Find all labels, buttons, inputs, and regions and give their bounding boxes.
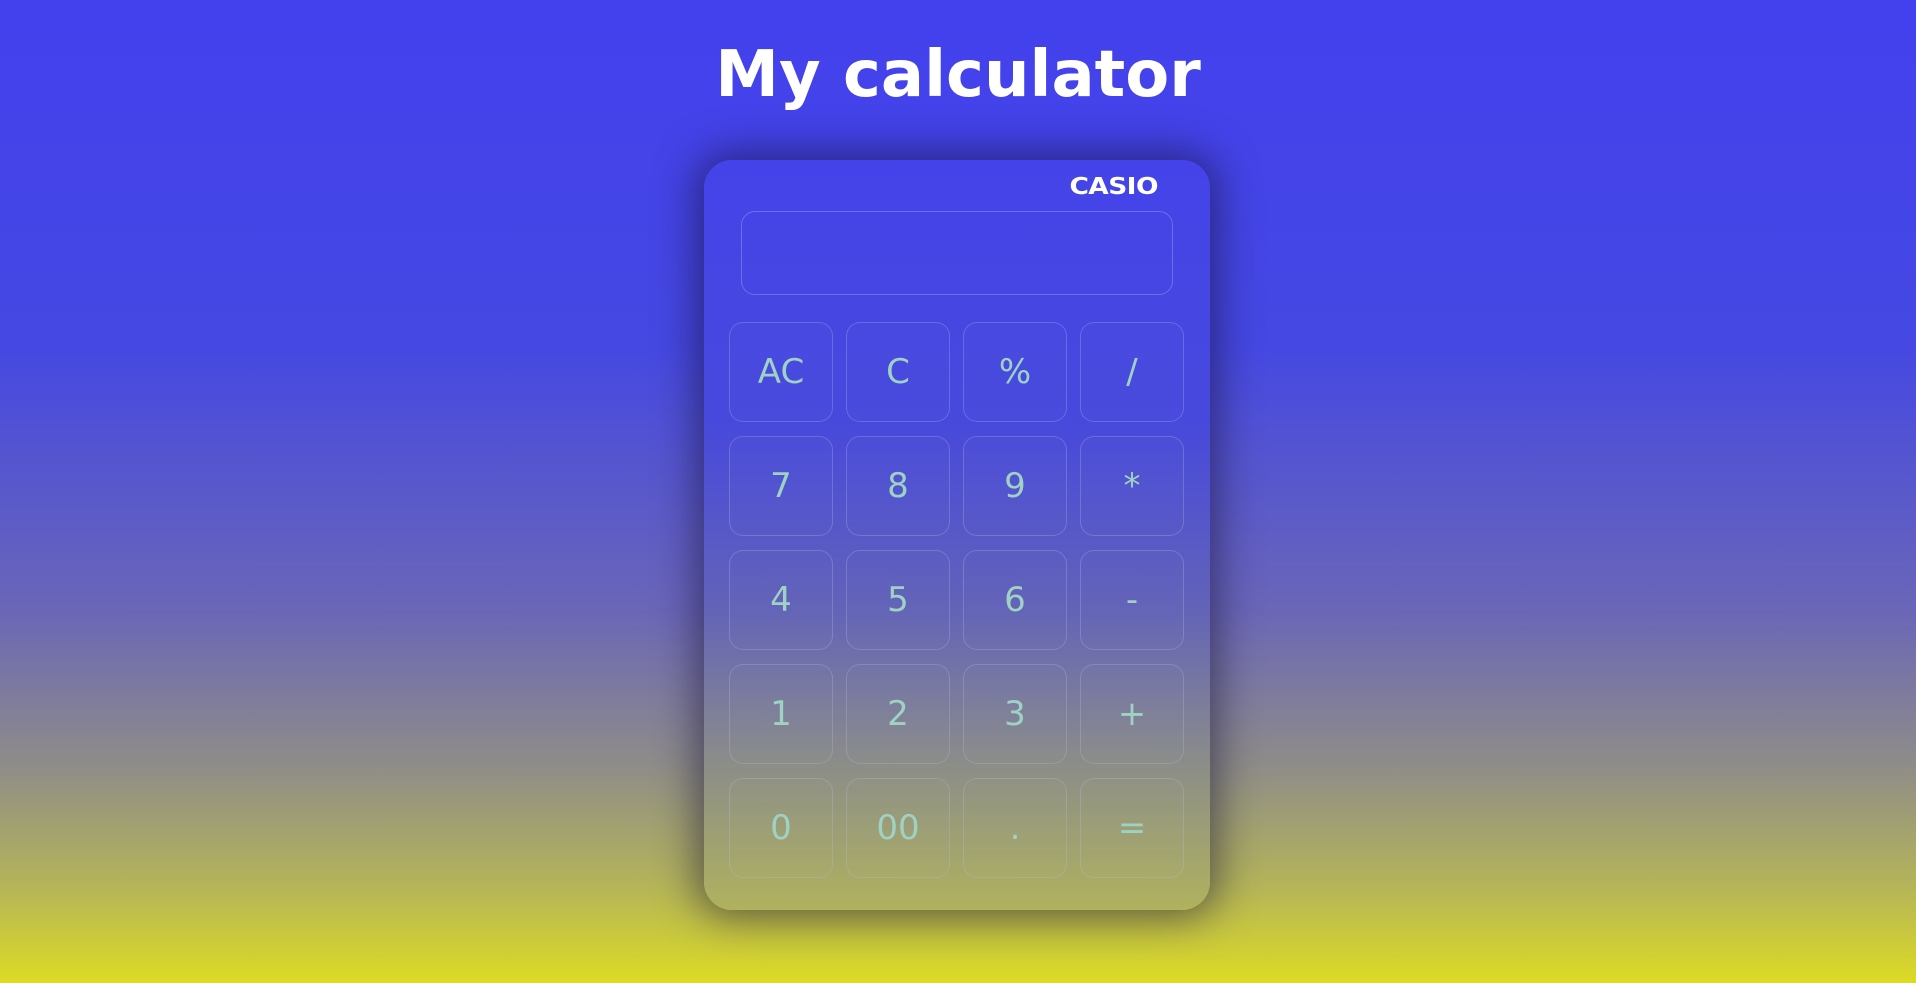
percent-button[interactable]: %	[963, 322, 1067, 422]
decimal-point-button[interactable]: .	[963, 778, 1067, 878]
multiply-button[interactable]: *	[1080, 436, 1184, 536]
digit-1-button[interactable]: 1	[729, 664, 833, 764]
keypad: AC C % / 7 8 9 * 4 5 6 - 1 2 3 + 0 00 . …	[729, 322, 1185, 878]
calculator: CASIO AC C % / 7 8 9 * 4 5 6 - 1 2 3 + 0…	[704, 160, 1210, 910]
digit-4-button[interactable]: 4	[729, 550, 833, 650]
brand-logo: CASIO	[1069, 174, 1159, 200]
digit-9-button[interactable]: 9	[963, 436, 1067, 536]
digit-6-button[interactable]: 6	[963, 550, 1067, 650]
digit-2-button[interactable]: 2	[846, 664, 950, 764]
divide-button[interactable]: /	[1080, 322, 1184, 422]
digit-3-button[interactable]: 3	[963, 664, 1067, 764]
digit-0-button[interactable]: 0	[729, 778, 833, 878]
digit-8-button[interactable]: 8	[846, 436, 950, 536]
calculator-display[interactable]	[741, 211, 1173, 295]
double-zero-button[interactable]: 00	[846, 778, 950, 878]
digit-7-button[interactable]: 7	[729, 436, 833, 536]
page-title: My calculator	[715, 38, 1201, 112]
clear-button[interactable]: C	[846, 322, 950, 422]
equals-button[interactable]: =	[1080, 778, 1184, 878]
subtract-button[interactable]: -	[1080, 550, 1184, 650]
add-button[interactable]: +	[1080, 664, 1184, 764]
digit-5-button[interactable]: 5	[846, 550, 950, 650]
all-clear-button[interactable]: AC	[729, 322, 833, 422]
